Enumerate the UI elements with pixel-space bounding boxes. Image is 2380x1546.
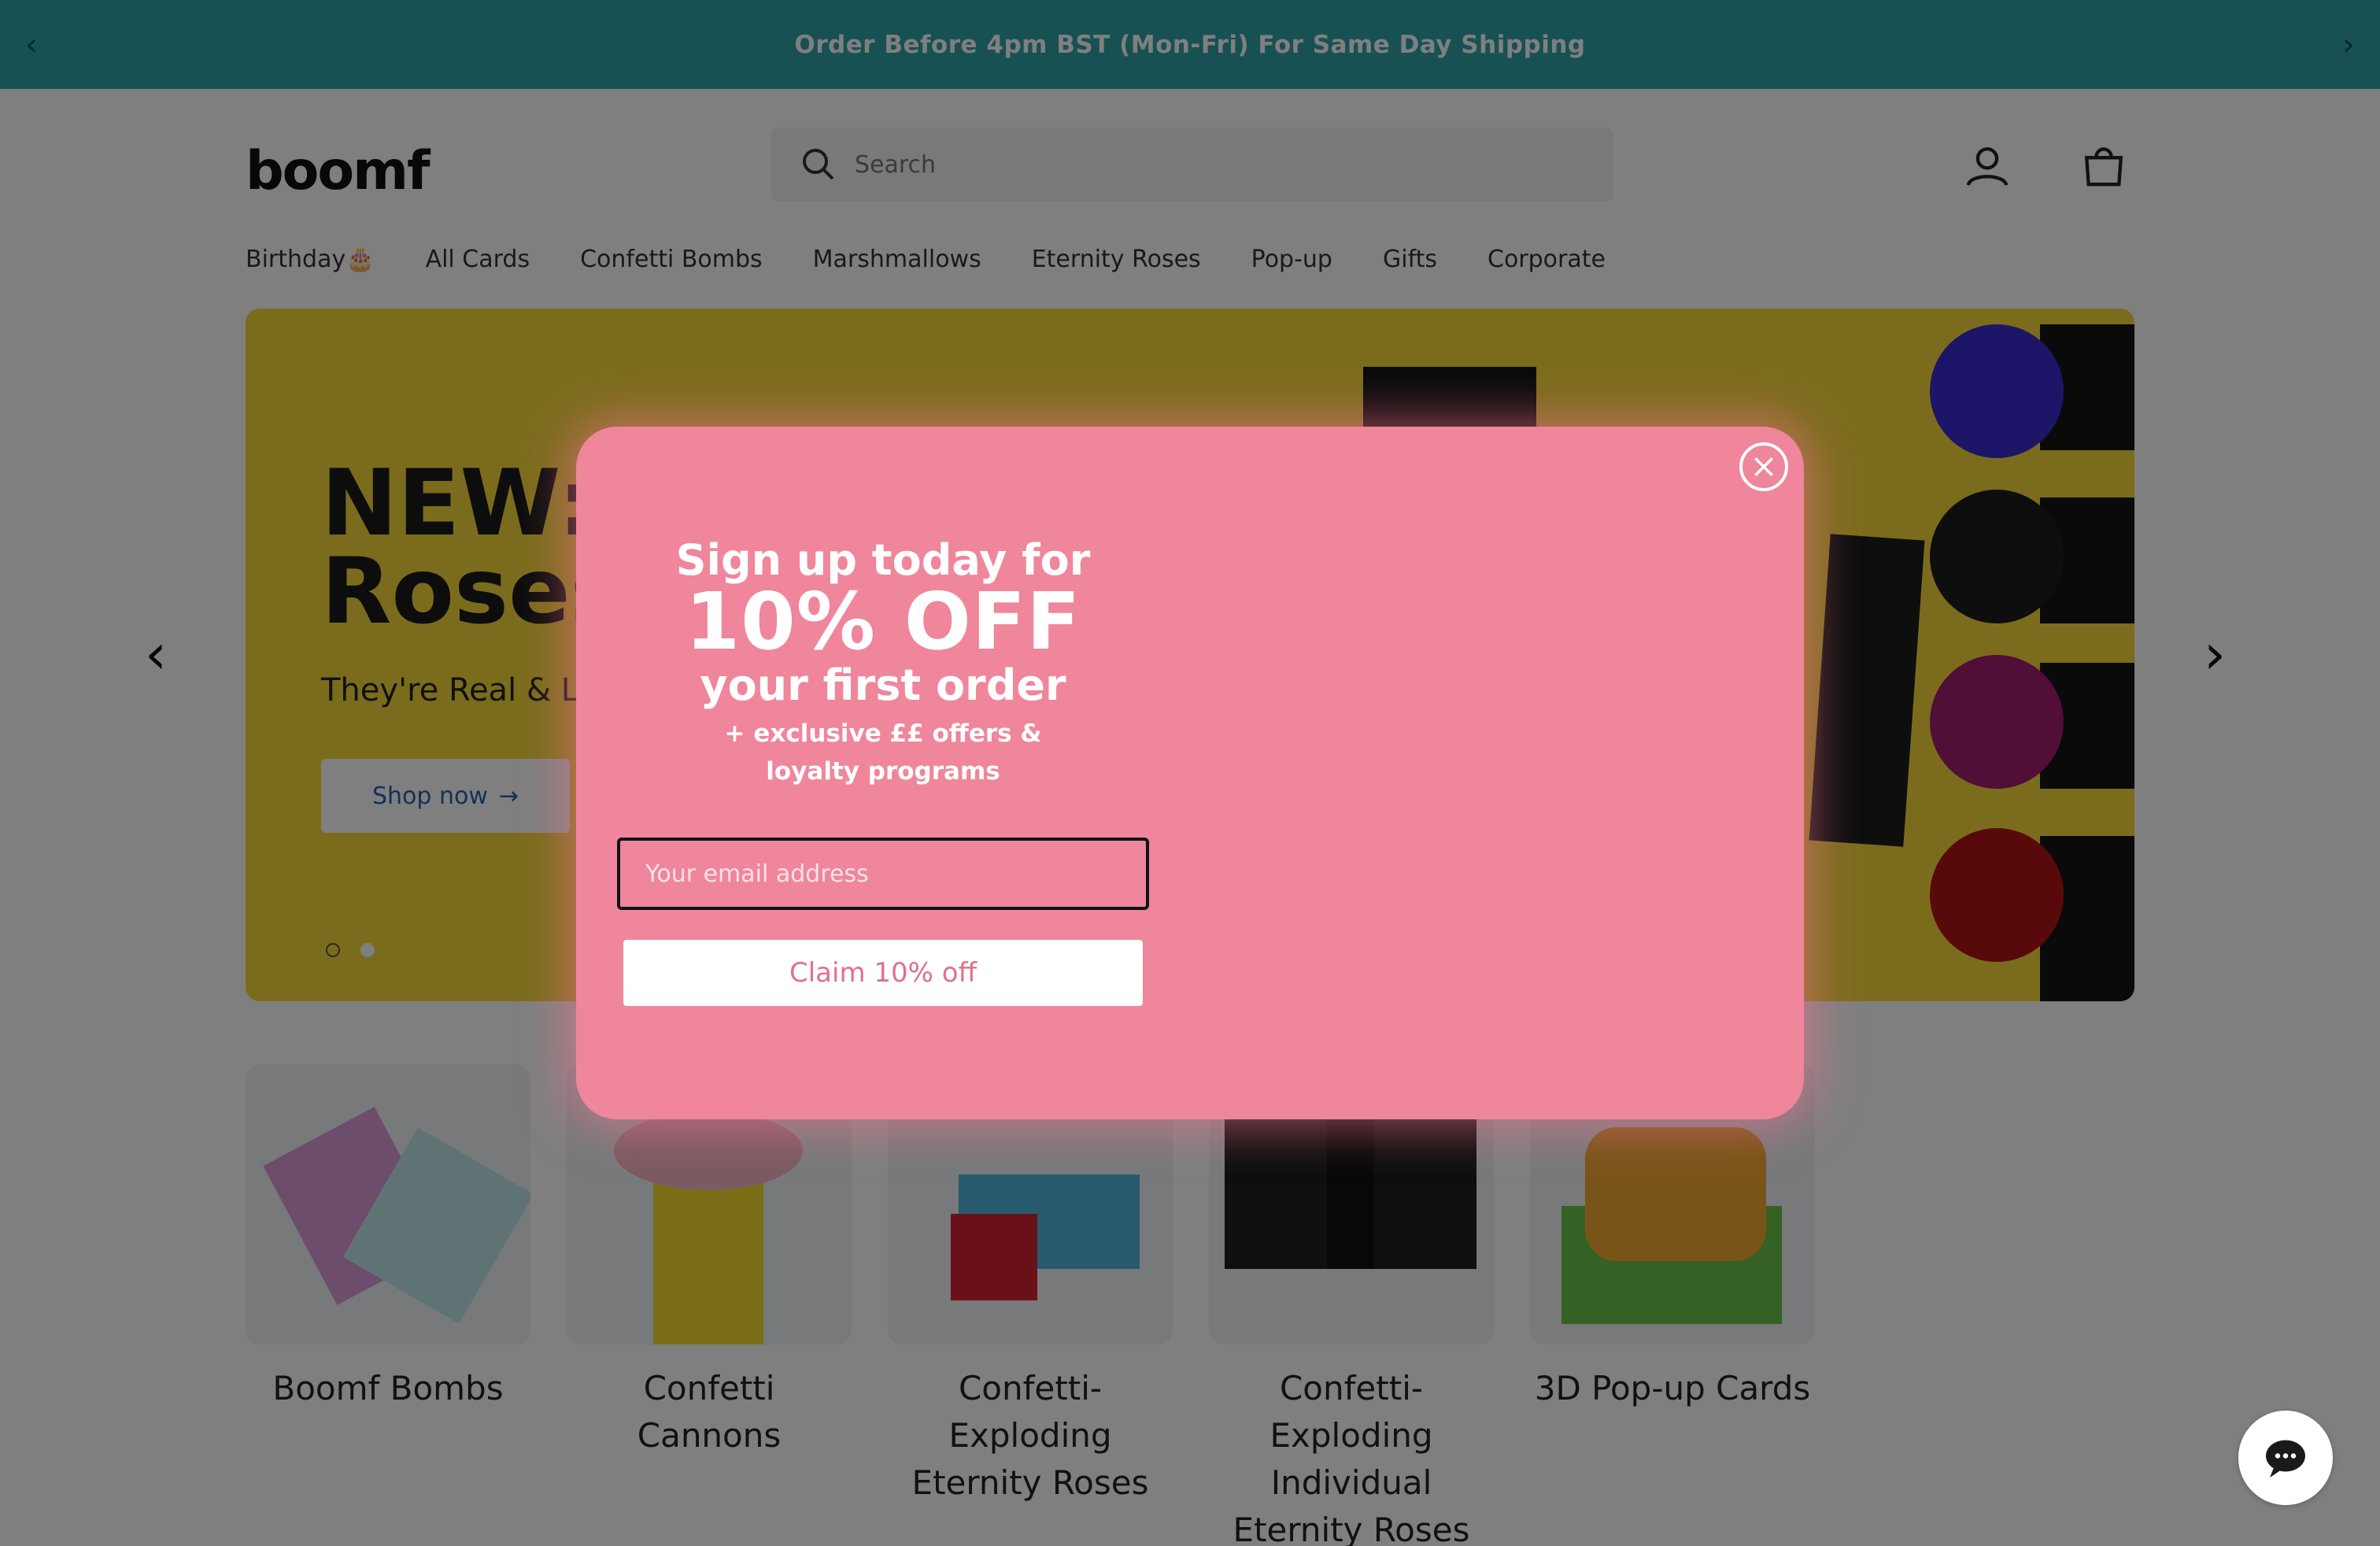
modal-subtext: + exclusive ££ offers & loyalty programs [724, 719, 1042, 786]
claim-discount-button[interactable]: Claim 10% off [623, 940, 1143, 1006]
chat-button[interactable] [2238, 1411, 2333, 1505]
chat-bubble-icon [2266, 1440, 2305, 1478]
signup-modal: Sign up today for 10% OFF your first ord… [576, 427, 1804, 1119]
close-icon [1754, 457, 1773, 476]
modal-discount: 10% OFF [685, 575, 1081, 668]
close-button[interactable] [1739, 442, 1788, 491]
modal-copy: Sign up today for 10% OFF your first ord… [615, 537, 1151, 790]
email-field[interactable] [617, 838, 1149, 910]
